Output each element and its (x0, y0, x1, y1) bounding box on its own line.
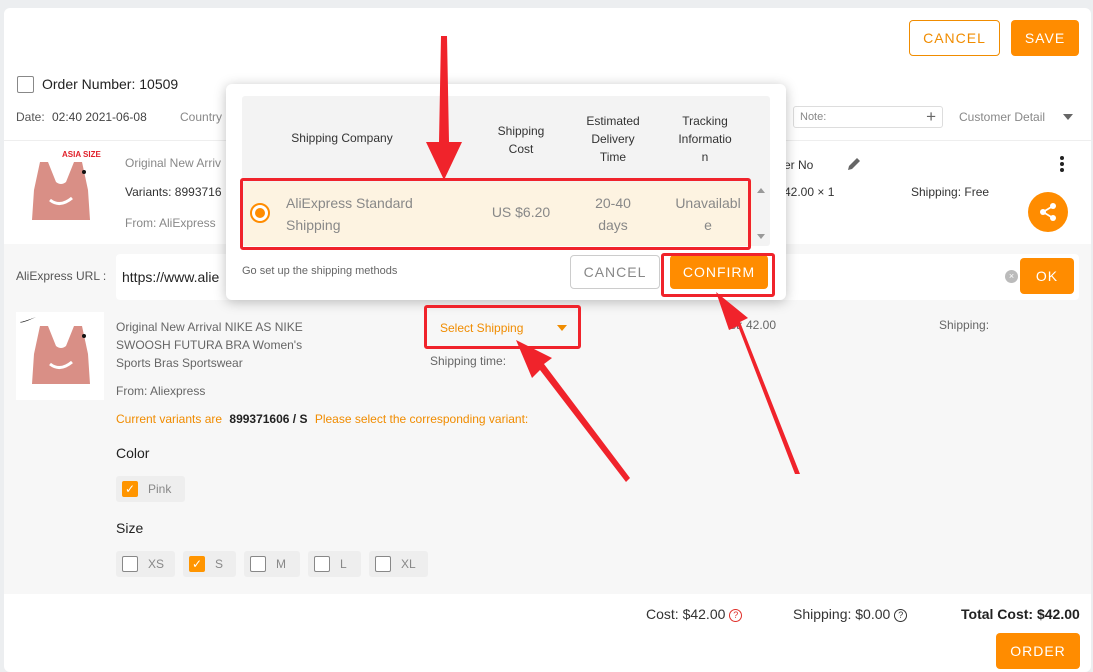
arrow-down-icon (426, 36, 462, 180)
arrow-up-icon (516, 340, 630, 482)
arrow-up-icon (716, 292, 800, 474)
annotation-arrows (426, 36, 800, 482)
